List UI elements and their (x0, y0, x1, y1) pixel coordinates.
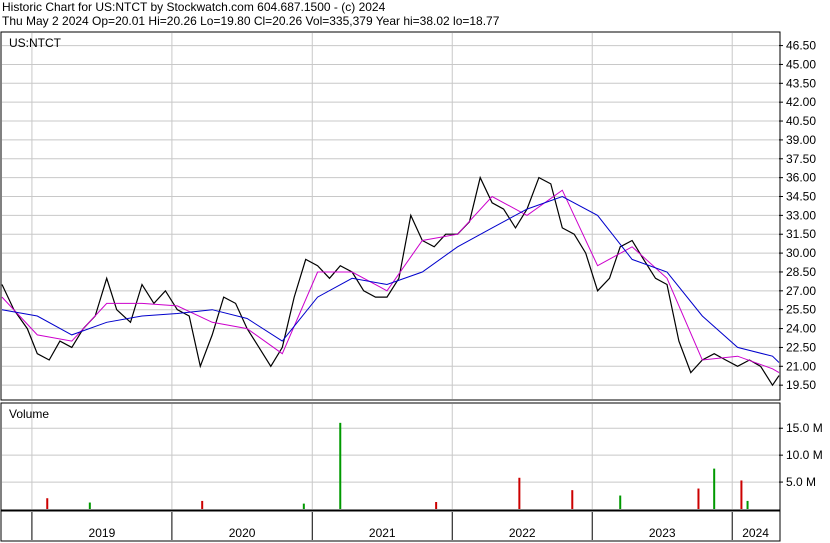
price-tick-label: 40.50 (786, 114, 816, 128)
price-tick-label: 27.00 (786, 284, 816, 298)
price-tick-label: 24.00 (786, 322, 816, 336)
volume-bar (518, 477, 521, 509)
price-tick-label: 34.50 (786, 190, 816, 204)
volume-tick-label: 5.0 M (786, 475, 816, 489)
volume-bar (740, 480, 743, 509)
volume-bar (302, 503, 305, 509)
price-tick-label: 30.00 (786, 246, 816, 260)
year-tick-label: 2022 (509, 526, 536, 540)
stock-chart: 46.50 45.00 43.50 42.00 40.50 39.00 37.50 36.00… (0, 31, 823, 542)
volume-bar (435, 502, 438, 509)
volume-bar (571, 490, 574, 509)
volume-bar (88, 502, 91, 509)
price-tick-label: 37.50 (786, 152, 816, 166)
volume-panel-frame (0, 402, 781, 511)
price-tick-label: 42.00 (786, 95, 816, 109)
year-tick-label: 2024 (742, 526, 769, 540)
volume-tick-label: 15.0 M (786, 421, 823, 435)
price-panel-frame (0, 31, 781, 401)
price-tick-label: 19.50 (786, 378, 816, 392)
price-tick-label: 43.50 (786, 76, 816, 90)
price-tick-label: 46.50 (786, 39, 816, 53)
price-tick-label: 39.00 (786, 133, 816, 147)
year-tick-label: 2023 (649, 526, 676, 540)
volume-bar (619, 495, 622, 509)
price-tick-label: 22.50 (786, 340, 816, 354)
volume-axis: 15.0 M 10.0 M 5.0 M (779, 421, 823, 489)
volume-bar (746, 500, 749, 509)
price-tick-label: 25.50 (786, 303, 816, 317)
volume-chart-title: Volume (9, 407, 49, 421)
volume-bar (697, 488, 700, 509)
year-tick-label: 2021 (369, 526, 396, 540)
price-tick-label: 33.00 (786, 208, 816, 222)
price-chart-symbol: US:NTCT (9, 36, 62, 50)
price-tick-label: 21.00 (786, 359, 816, 373)
volume-bar (339, 422, 342, 509)
year-tick-label: 2019 (89, 526, 116, 540)
price-tick-label: 31.50 (786, 227, 816, 241)
volume-bar (46, 498, 49, 509)
price-tick-label: 28.50 (786, 265, 816, 279)
year-tick-label: 2020 (229, 526, 256, 540)
price-tick-label: 36.00 (786, 171, 816, 185)
price-axis: 46.50 45.00 43.50 42.00 40.50 39.00 37.50 36.00… (779, 39, 816, 392)
volume-bar (713, 468, 716, 509)
volume-tick-label: 10.0 M (786, 448, 823, 462)
price-tick-label: 45.00 (786, 57, 816, 71)
volume-bar (201, 500, 204, 509)
